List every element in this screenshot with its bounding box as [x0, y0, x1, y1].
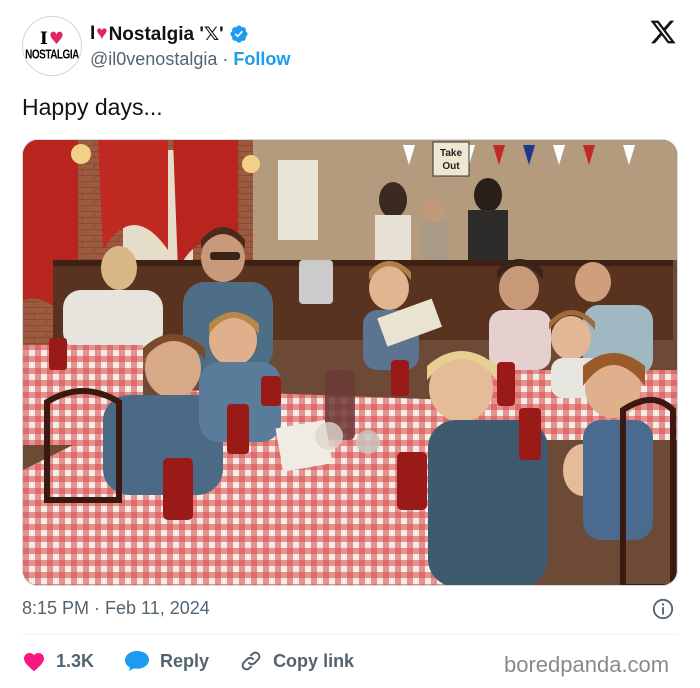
- copy-link-button[interactable]: Copy link: [239, 649, 354, 673]
- tweet-timestamp[interactable]: 8:15 PM · Feb 11, 2024: [22, 598, 210, 619]
- heart-icon: ♥: [48, 29, 65, 49]
- take-out-sign-line2: Out: [442, 161, 460, 172]
- copy-link-label: Copy link: [273, 650, 355, 671]
- display-name[interactable]: I ♥ Nostalgia '𝕏': [90, 23, 224, 46]
- heart-icon: [24, 653, 44, 672]
- speech-bubble-icon: [125, 651, 150, 671]
- avatar-logo-text: I ♥: [39, 29, 65, 49]
- verified-badge-icon: [230, 25, 248, 43]
- divider: [22, 634, 678, 635]
- take-out-sign-line1: Take: [440, 148, 462, 159]
- tweet-photo[interactable]: Take Out: [22, 139, 678, 586]
- avatar[interactable]: I ♥ NOSTALGIA: [22, 16, 82, 76]
- user-handle[interactable]: @il0venostalgia: [90, 49, 217, 70]
- handle-row: @il0venostalgia · Follow: [90, 49, 290, 70]
- like-button[interactable]: 1.3K: [22, 650, 94, 672]
- heart-icon: ♥: [96, 23, 108, 44]
- avatar-logo-subtext: NOSTALGIA: [25, 48, 79, 63]
- reply-label: Reply: [160, 650, 210, 671]
- reply-button[interactable]: Reply: [124, 650, 209, 672]
- x-logo-icon[interactable]: [648, 18, 678, 46]
- link-icon: [241, 651, 261, 671]
- restaurant-photo-illustration: Take Out: [23, 140, 677, 585]
- info-icon[interactable]: [652, 598, 674, 620]
- tweet-text: Happy days...: [22, 94, 163, 120]
- author-name-row[interactable]: I ♥ Nostalgia '𝕏': [90, 22, 249, 46]
- tweet-actions: 1.3K Reply Copy link: [22, 648, 384, 674]
- follow-button[interactable]: Follow: [233, 49, 290, 70]
- like-count: 1.3K: [56, 650, 95, 671]
- separator-dot: ·: [222, 49, 229, 69]
- source-watermark: boredpanda.com: [504, 652, 670, 677]
